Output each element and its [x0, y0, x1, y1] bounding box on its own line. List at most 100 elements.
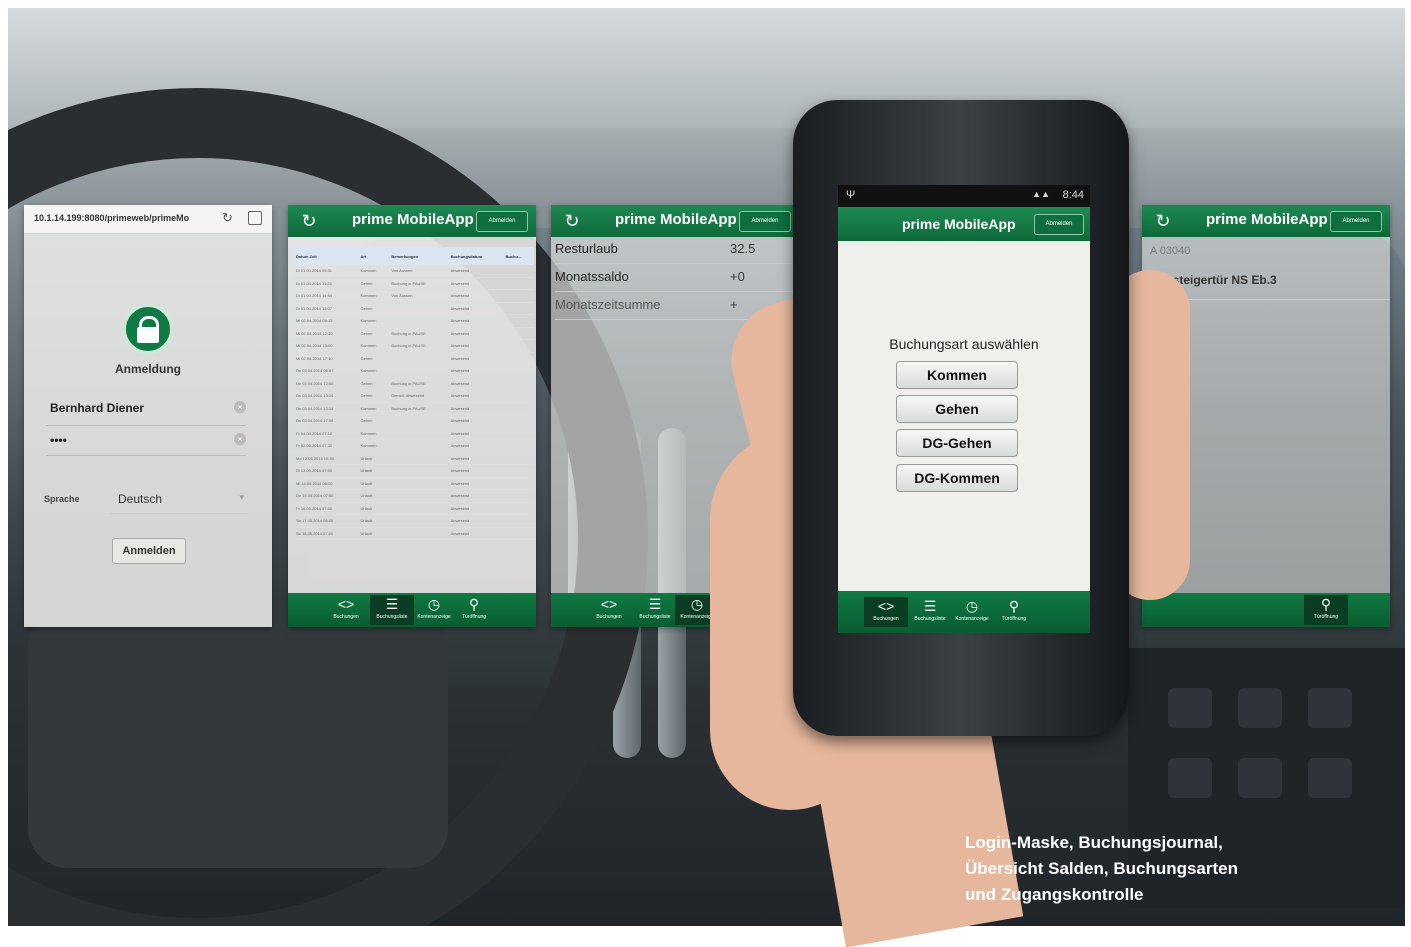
table-cell	[503, 489, 534, 503]
table-cell: Fr 04.04.2014 07:14	[294, 427, 359, 440]
nav-kontenanzeige[interactable]: ◷ Kontenanzeige	[412, 595, 456, 625]
table-cell: Urlaub	[358, 452, 390, 465]
booking-type-heading: Buchungsart auswählen	[889, 336, 1039, 352]
table-cell: Do 03.04.2014 17:08	[294, 414, 359, 428]
status-time: 8:44	[1062, 189, 1084, 201]
table-row[interactable]: Do 03.04.2014 13:14 Kommen Buchung in PAUS…	[294, 402, 534, 415]
table-cell: Anwesend	[448, 464, 504, 478]
table-cell: Fr 16.05.2014 07:00	[294, 502, 359, 515]
table-row[interactable]: So 18.05.2014 07:00 Urlaub Anwesend	[294, 527, 534, 540]
tabs-icon[interactable]	[248, 211, 262, 225]
table-row[interactable]: Do 03.04.2014 17:08 Gehen Anwesend	[294, 414, 534, 428]
logout-button[interactable]: Abmelden	[1330, 211, 1382, 232]
nav-buchungsliste[interactable]: ☰ Buchungsliste	[370, 595, 414, 625]
table-cell: Gehen	[358, 414, 390, 428]
table-row[interactable]: Mi 02.04.2014 17:10 Gehen Anwesend	[294, 352, 534, 365]
url-text[interactable]: 10.1.14.199:8080/primeweb/primeMo	[34, 213, 189, 223]
table-row[interactable]: Fr 16.05.2014 07:00 Urlaub Anwesend	[294, 502, 534, 515]
table-cell	[389, 452, 449, 465]
nav-buchungsliste[interactable]: ☰ Buchungsliste	[908, 597, 952, 627]
refresh-icon[interactable]: ↻	[561, 210, 583, 232]
list-icon: ☰	[648, 596, 662, 612]
table-cell: Do 03.04.2014 13:14	[294, 402, 359, 415]
table-cell	[503, 327, 534, 340]
table-row[interactable]: Do 15.05.2014 07:00 Urlaub Anwesend	[294, 489, 534, 503]
table-cell: Anwesend	[448, 477, 504, 490]
table-row[interactable]: Di 01.04.2014 11:25 Gehen Buchung in PAUSE…	[294, 277, 534, 290]
table-cell: Kommen	[358, 339, 390, 353]
saldo-value: +0	[730, 269, 745, 284]
nav-buchungen[interactable]: <> Buchungen	[864, 597, 908, 627]
language-select[interactable]: Deutsch ▾	[110, 485, 248, 514]
password-field[interactable]: •••• ×	[46, 427, 246, 456]
saldo-value: 32.5	[730, 241, 756, 256]
table-cell	[389, 314, 449, 328]
table-cell: Kommen	[358, 427, 390, 440]
login-button[interactable]: Anmelden	[112, 538, 186, 564]
table-row[interactable]: Mi 02.04.2014 12:30 Gehen Buchung in PAUSE…	[294, 327, 534, 340]
table-cell: Sa 17.05.2014 08:00	[294, 514, 359, 528]
table-row[interactable]: Do 03.04.2014 06:57 Kommen Anwesend	[294, 364, 534, 378]
column-header: Art	[358, 247, 390, 265]
table-row[interactable]: Do 03.04.2014 13:14 Gehen Dienstl. Abwesen…	[294, 389, 534, 403]
gehen-button[interactable]: Gehen	[896, 395, 1018, 423]
nav-kontenanzeige[interactable]: ◷ Kontenanzeige	[950, 597, 994, 627]
table-cell	[503, 477, 534, 490]
language-value: Deutsch	[118, 492, 163, 506]
app-header: ↻ prime MobileApp Abmelden	[1142, 205, 1390, 237]
username-field[interactable]: Bernhard Diener ×	[46, 395, 246, 426]
table-row[interactable]: Mi 14.05.2014 08:00 Urlaub Anwesend	[294, 477, 534, 490]
browser-address-bar: 10.1.14.199:8080/primeweb/primeMo ↻	[24, 205, 272, 234]
logout-button[interactable]: Abmelden	[739, 211, 791, 232]
table-row[interactable]: Mi 02.04.2014 06:15 Kommen Anwesend	[294, 314, 534, 328]
logout-button[interactable]: Abmelden	[1034, 214, 1084, 235]
table-row[interactable]: Mo 12.05.2014 10:30 Urlaub Anwesend	[294, 452, 534, 465]
table-row[interactable]: Sa 17.05.2014 08:00 Urlaub Anwesend	[294, 514, 534, 528]
refresh-icon[interactable]: ↻	[298, 210, 320, 232]
table-cell: Mi 14.05.2014 08:00	[294, 477, 359, 490]
table-cell	[503, 464, 534, 478]
usb-icon: Ψ	[846, 189, 856, 201]
table-cell: Urlaub	[358, 514, 390, 528]
lock-icon	[122, 303, 174, 355]
saldo-label: Monatszeitsumme	[555, 297, 661, 312]
table-row[interactable]: Di 01.04.2014 14:54 Kommen Von Aussen Anwes…	[294, 289, 534, 303]
table-row[interactable]: Di 01.04.2014 15:07 Gehen Anwesend	[294, 302, 534, 315]
table-cell: Anwesend	[448, 364, 504, 378]
steering-hub	[28, 608, 448, 868]
table-cell: Anwesend	[448, 514, 504, 528]
table-row[interactable]: Fr 04.04.2014 07:14 Kommen Anwesend	[294, 427, 534, 440]
table-row[interactable]: Mi 02.04.2014 13:00 Kommen Buchung in PAUS…	[294, 339, 534, 353]
nav-buchungen[interactable]: <> Buchungen	[587, 595, 631, 625]
login-title: Anmeldung	[115, 362, 181, 376]
table-cell: Urlaub	[358, 502, 390, 515]
table-row[interactable]: Di 01.04.2014 05:31 Kommen Von Aussen Anwes…	[294, 265, 534, 278]
table-row[interactable]: Do 03.04.2014 12:00 Gehen Buchung in PAUSE…	[294, 377, 534, 390]
table-row[interactable]: Fr 02.05.2014 07:30 Kommen Anwesend	[294, 439, 534, 453]
reload-icon[interactable]: ↻	[222, 210, 233, 226]
table-cell	[503, 427, 534, 440]
table-row[interactable]: Di 13.05.2014 07:00 Urlaub Anwesend	[294, 464, 534, 478]
table-cell: Gehen	[358, 389, 390, 403]
dg-gehen-button[interactable]: DG-Gehen	[896, 429, 1018, 457]
dg-kommen-button[interactable]: DG-Kommen	[896, 464, 1018, 492]
nav-tueroeffnung[interactable]: ⚲ Türöffnung	[992, 597, 1036, 627]
nav-tueroeffnung[interactable]: ⚲ Türöffnung	[452, 595, 496, 625]
nav-buchungsliste[interactable]: ☰ Buchungsliste	[633, 595, 677, 625]
kommen-button[interactable]: Kommen	[896, 361, 1018, 389]
clear-icon[interactable]: ×	[234, 433, 246, 445]
table-cell: Gehen	[358, 302, 390, 315]
logout-button[interactable]: Abmelden	[476, 211, 528, 232]
table-cell: Mi 02.04.2014 06:15	[294, 314, 359, 328]
clear-icon[interactable]: ×	[234, 401, 246, 413]
table-cell: Anwesend	[448, 439, 504, 453]
refresh-icon[interactable]: ↻	[1152, 210, 1174, 232]
table-cell: Gehen	[358, 377, 390, 390]
table-cell: Di 13.05.2014 07:00	[294, 464, 359, 478]
nav-buchungen[interactable]: <> Buchungen	[324, 595, 368, 625]
table-cell: Fr 02.05.2014 07:30	[294, 439, 359, 453]
nav-tueroeffnung[interactable]: ⚲ Türöffnung	[1304, 595, 1348, 625]
door-id: A 03040	[1150, 245, 1191, 257]
app-title: prime MobileApp	[615, 211, 737, 228]
table-cell: Kommen	[358, 402, 390, 415]
